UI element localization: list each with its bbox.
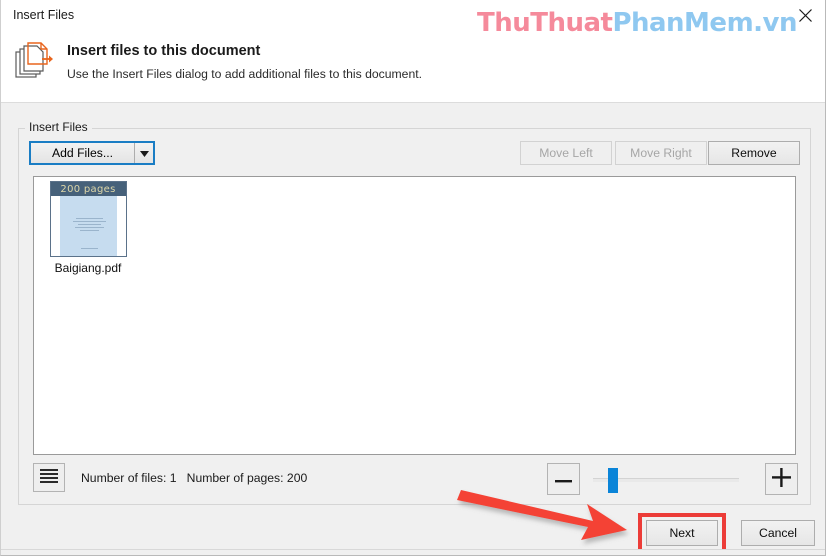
dialog-heading: Insert files to this document [67, 43, 261, 59]
zoom-slider-thumb[interactable] [608, 468, 618, 493]
file-list-panel[interactable]: 200 pages Baigiang.pdf [33, 176, 796, 455]
zoom-in-button[interactable] [765, 463, 798, 495]
close-button[interactable] [790, 2, 820, 28]
file-thumbnail: 200 pages [49, 181, 127, 257]
watermark-logo: ThuThuatPhanMem.vn [476, 8, 798, 38]
insert-files-dialog: Insert Files ThuThuatPhanMem.vn Insert f… [0, 0, 826, 556]
zoom-slider[interactable] [593, 463, 739, 495]
list-item[interactable]: 200 pages Baigiang.pdf [42, 181, 134, 275]
cancel-button[interactable]: Cancel [741, 520, 815, 546]
window-bottom-edge [1, 549, 825, 555]
plus-icon [772, 468, 791, 490]
dialog-title: Insert Files [13, 8, 75, 22]
close-icon [798, 8, 813, 23]
watermark-part-a: ThuThuat [476, 8, 613, 38]
chevron-down-icon [139, 146, 149, 160]
list-view-toggle-button[interactable] [33, 463, 65, 492]
thumbnail-page-preview [59, 196, 117, 256]
add-files-dropdown-button[interactable] [135, 143, 153, 163]
move-right-button[interactable]: Move Right [615, 141, 707, 165]
zoom-out-button[interactable] [547, 463, 580, 495]
next-button[interactable]: Next [646, 520, 718, 546]
dialog-title-bar: Insert Files ThuThuatPhanMem.vn Insert f… [1, 0, 825, 103]
list-view-icon [40, 469, 58, 486]
dialog-subtitle: Use the Insert Files dialog to add addit… [67, 67, 422, 81]
minus-icon [555, 472, 572, 486]
move-left-button[interactable]: Move Left [520, 141, 612, 165]
add-files-split-button[interactable]: Add Files... [29, 141, 155, 165]
page-count-badge: 200 pages [50, 182, 126, 196]
add-files-button[interactable]: Add Files... [31, 143, 135, 163]
remove-button[interactable]: Remove [708, 141, 800, 165]
insert-files-icon [15, 42, 55, 80]
group-legend: Insert Files [25, 120, 92, 134]
file-name-label: Baigiang.pdf [53, 261, 123, 275]
watermark-part-b: PhanMem.vn [612, 8, 797, 38]
status-text: Number of files: 1 Number of pages: 200 [81, 471, 308, 485]
